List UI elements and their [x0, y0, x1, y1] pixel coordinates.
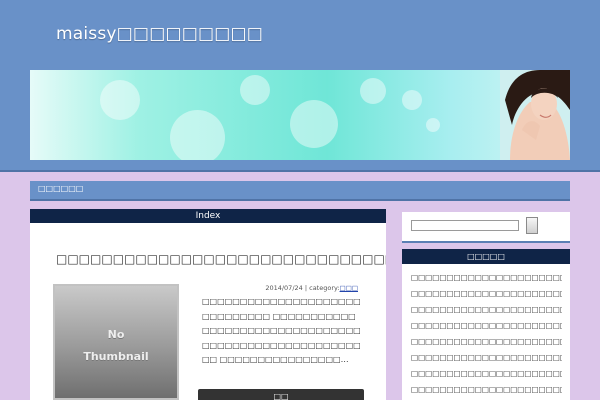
search-widget [402, 212, 570, 243]
main-content: Index □□□□□□□□□□□□□□□□□□□□□□□□□□□□□□ 201… [30, 209, 386, 400]
bokeh-light [100, 80, 140, 120]
widget-list-item[interactable]: □□□□□□□□□□□□□□□□□□□□□□□□□□□□□ [411, 302, 562, 318]
bokeh-light [360, 78, 386, 104]
bokeh-light [426, 118, 440, 132]
post-category-link[interactable]: □□□ [340, 284, 358, 292]
sidebar-widget: □□□□□ □□□□□□□□□□□□□□□□□□□□□ □□□□□□□□ □□□□… [402, 249, 570, 400]
bokeh-light [402, 90, 422, 110]
widget-list-item[interactable]: □□□□□□□□□□□□□□□□□□□□□□□□□□□□□□ [411, 350, 562, 366]
widget-list: □□□□□□□□□□□□□□□□□□□□□ □□□□□□□□ □□□□□□□□□□… [402, 264, 570, 398]
widget-list-item[interactable]: □□□□□□□□□□□□□□□□□□□□□□□□□□□□□ [411, 318, 562, 334]
post-title-link[interactable]: □□□□□□□□□□□□□□□□□□□□□□□□□□□□□□ [56, 252, 386, 266]
nav-item-home[interactable]: □□□□□□ [38, 184, 83, 193]
widget-list-item[interactable]: □□□□□□□□□□□□□□□□□□□□□□□□□□□ [411, 382, 562, 398]
widget-list-item[interactable]: □□□□□□□□□□□□□□□□□□□□□□□□□□ [411, 286, 562, 302]
widget-list-item[interactable]: □□□□□□□□□□□□□□□□□□□□□□□□□□□□□ [411, 366, 562, 382]
bokeh-light [170, 110, 225, 160]
search-button[interactable] [526, 217, 538, 234]
post-meta: 2014/07/24 | category:□□□ [265, 284, 358, 292]
widget-list-item[interactable]: □□□□□□□□□□□□□□□□□□□□□□□□□□□□ [411, 334, 562, 350]
search-input[interactable] [411, 220, 519, 231]
post-date: 2014/07/24 [265, 284, 303, 292]
woman-photo [500, 70, 570, 160]
post-excerpt: □□□□□□□□□□□□□□□□□□□□□□□□□□□□□□ □□□□□□□□□… [202, 297, 361, 364]
bokeh-light [290, 100, 338, 148]
widget-list-item[interactable]: □□□□□□□□□□□□□□□□□□□□□□□□□□□□□ [411, 270, 562, 286]
bokeh-light [240, 75, 270, 105]
site-header: maissy□□□□□□□□□ [0, 0, 600, 172]
header-banner [30, 70, 570, 160]
post-category-prefix: | category: [304, 284, 340, 292]
read-more-button[interactable]: □□ [198, 389, 364, 400]
global-nav: □□□□□□ [30, 181, 570, 201]
post-thumbnail[interactable]: No Thumbnail [53, 284, 179, 400]
no-thumbnail-text: No Thumbnail [83, 328, 149, 363]
site-title[interactable]: maissy□□□□□□□□□ [56, 24, 263, 44]
widget-title: □□□□□ [402, 249, 570, 264]
index-heading: Index [30, 209, 386, 223]
